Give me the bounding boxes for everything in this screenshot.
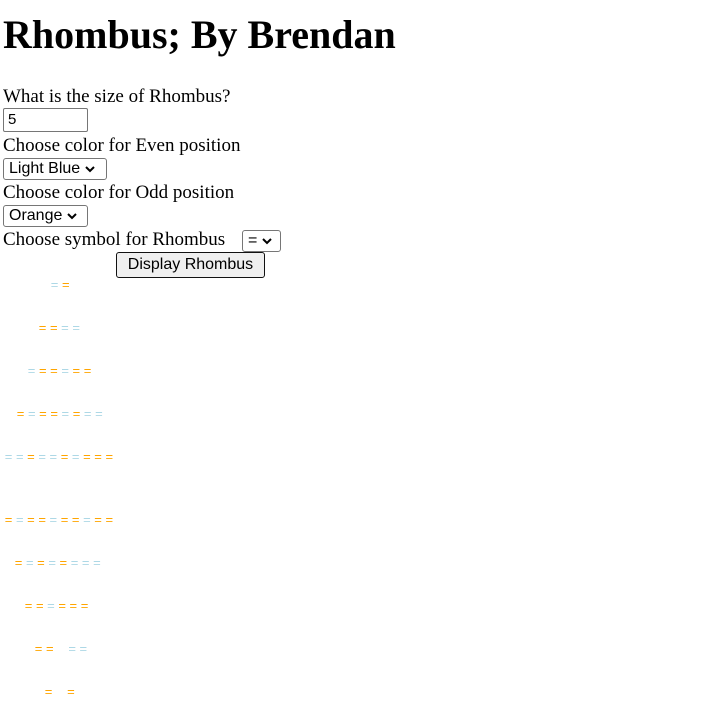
rhombus-symbol: = (94, 512, 102, 527)
rhombus-symbol: = (38, 512, 46, 527)
rhombus-symbol: = (47, 598, 55, 613)
rhombus-symbol: = (61, 277, 70, 292)
rhombus-symbol: = (15, 449, 24, 464)
rhombus-symbol: = (79, 641, 88, 656)
rhombus-symbol: = (83, 406, 92, 421)
chevron-down-icon (85, 166, 95, 173)
rhombus-symbol: = (50, 406, 58, 421)
rhombus-symbol: = (14, 555, 23, 570)
rhombus-row: = = = = (33, 642, 89, 655)
rhombus-row: = = = = = = (26, 364, 93, 377)
rhombus-row: = = = = = = = = (13, 556, 103, 569)
rhombus-symbol: = (83, 512, 91, 527)
rhombus-symbol: = (27, 406, 36, 421)
even-color-select[interactable]: Light Blue (3, 158, 107, 180)
chevron-down-icon (67, 213, 78, 220)
rhombus-symbol: = (72, 363, 81, 378)
odd-color-value: Orange (9, 207, 63, 224)
rhombus-symbol: = (37, 555, 45, 570)
rhombus-symbol: = (72, 320, 80, 335)
rhombus-symbol: = (70, 555, 79, 570)
symbol-select[interactable]: = (242, 230, 281, 252)
symbol-value: = (248, 232, 258, 249)
rhombus-symbol: = (49, 512, 58, 527)
rhombus-symbol: = (4, 512, 13, 527)
rhombus-symbol: = (81, 555, 90, 570)
rhombus-symbol: = (72, 406, 81, 421)
rhombus-gap (54, 685, 65, 698)
page-title: Rhombus; By Brendan (3, 12, 396, 57)
rhombus-row: = = (43, 685, 77, 698)
odd-color-select[interactable]: Orange (3, 205, 88, 227)
rhombus-symbol: = (60, 512, 69, 527)
rhombus-row: = = = = = = = = = = (3, 513, 115, 526)
rhombus-symbol: = (58, 598, 66, 613)
rhombus-row: = = = = (37, 321, 82, 334)
rhombus-symbol: = (94, 449, 102, 464)
even-color-value: Light Blue (9, 160, 81, 177)
rhombus-symbol: = (27, 363, 36, 378)
rhombus-gap (55, 642, 66, 655)
rhombus-row: = = (49, 278, 71, 291)
rhombus-symbol: = (48, 555, 56, 570)
rhombus-symbol: = (45, 641, 54, 656)
size-input[interactable]: 5 (3, 108, 88, 132)
rhombus-symbol: = (25, 555, 34, 570)
rhombus-symbol: = (61, 320, 69, 335)
rhombus-symbol: = (71, 512, 80, 527)
rhombus-symbol: = (15, 512, 24, 527)
rhombus-symbol: = (61, 406, 70, 421)
rhombus-symbol: = (68, 641, 76, 656)
odd-color-label: Choose color for Odd position (3, 182, 235, 203)
rhombus-symbol: = (105, 449, 114, 464)
symbol-label: Choose symbol for Rhombus (3, 229, 226, 250)
rhombus-symbol: = (95, 406, 103, 421)
rhombus-symbol: = (27, 449, 35, 464)
rhombus-symbol: = (93, 555, 101, 570)
rhombus-row: = = = = = = (23, 599, 90, 612)
rhombus-symbol: = (80, 598, 89, 613)
rhombus-symbol: = (34, 641, 43, 656)
size-label: What is the size of Rhombus? (3, 86, 231, 107)
rhombus-symbol: = (59, 555, 68, 570)
rhombus-symbol: = (83, 449, 91, 464)
rhombus-symbol: = (4, 449, 13, 464)
rhombus-symbol: = (69, 598, 78, 613)
rhombus-symbol: = (67, 684, 75, 699)
rhombus-symbol: = (24, 598, 33, 613)
rhombus-row: = = = = = = = = (15, 407, 105, 420)
rhombus-symbol: = (105, 512, 114, 527)
rhombus-symbol: = (44, 684, 53, 699)
rhombus-symbol: = (39, 406, 47, 421)
rhombus-symbol: = (83, 363, 92, 378)
rhombus-symbol: = (38, 363, 47, 378)
display-rhombus-button[interactable]: Display Rhombus (116, 252, 265, 278)
rhombus-symbol: = (49, 449, 58, 464)
rhombus-symbol: = (27, 512, 35, 527)
chevron-down-icon (262, 238, 273, 245)
rhombus-symbol: = (16, 406, 25, 421)
rhombus-symbol: = (35, 598, 44, 613)
rhombus-symbol: = (60, 449, 69, 464)
rhombus-symbol: = (61, 363, 69, 378)
rhombus-row: = = = = = = = = = = (3, 450, 115, 463)
even-color-label: Choose color for Even position (3, 135, 241, 156)
rhombus-symbol: = (50, 277, 59, 292)
rhombus-symbol: = (71, 449, 80, 464)
rhombus-symbol: = (38, 449, 46, 464)
rhombus-symbol: = (38, 320, 47, 335)
rhombus-symbol: = (49, 320, 58, 335)
rhombus-symbol: = (50, 363, 58, 378)
